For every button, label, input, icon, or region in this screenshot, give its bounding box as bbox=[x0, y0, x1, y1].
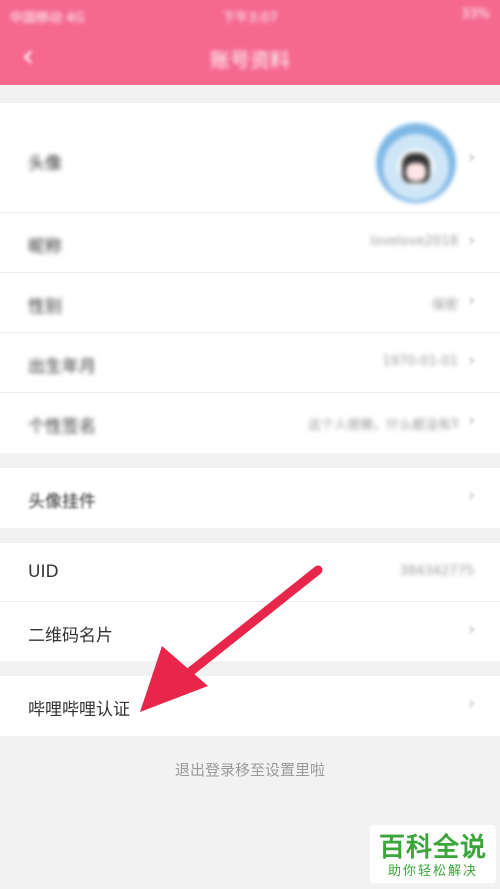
pendant-row[interactable]: 头像挂件 › bbox=[0, 468, 500, 528]
nickname-row[interactable]: 昵称 lovelove2018 › bbox=[0, 213, 500, 273]
chevron-right-icon: › bbox=[468, 410, 476, 431]
watermark-title: 百科全说 bbox=[378, 833, 487, 863]
profile-card: 头像 › 昵称 lovelove2018 › 性别 保密 › 出生年月 1970… bbox=[0, 103, 500, 453]
status-bar: 中国移动 4G 下午3:07 33% bbox=[0, 0, 500, 30]
status-battery: 33% bbox=[461, 7, 490, 22]
signature-label: 个性签名 bbox=[28, 417, 96, 437]
qrcode-label: 二维码名片 bbox=[28, 626, 113, 646]
signature-row[interactable]: 个性签名 这个人很懒，什么都没有写 › bbox=[0, 393, 500, 453]
nav-bar: ‹ 账号资料 bbox=[0, 30, 500, 85]
qrcode-row[interactable]: 二维码名片 › bbox=[0, 602, 500, 661]
cert-row[interactable]: 哔哩哔哩认证 › bbox=[0, 676, 500, 736]
pendant-label: 头像挂件 bbox=[28, 492, 96, 512]
chevron-right-icon: › bbox=[468, 230, 476, 251]
signature-value: 这个人很懒，什么都没有写 bbox=[308, 418, 458, 433]
chevron-right-icon: › bbox=[468, 147, 476, 168]
birthday-label: 出生年月 bbox=[28, 357, 96, 377]
account-card: UID 384342775 二维码名片 › bbox=[0, 543, 500, 661]
cert-label: 哔哩哔哩认证 bbox=[28, 700, 130, 720]
birthday-value: 1970-01-01 bbox=[382, 354, 458, 369]
uid-value: 384342775 bbox=[399, 564, 474, 579]
avatar bbox=[376, 123, 456, 203]
birthday-row[interactable]: 出生年月 1970-01-01 › bbox=[0, 333, 500, 393]
nickname-label: 昵称 bbox=[28, 237, 62, 257]
chevron-right-icon: › bbox=[468, 619, 476, 640]
avatar-label: 头像 bbox=[28, 154, 62, 174]
nickname-value: lovelove2018 bbox=[370, 234, 458, 249]
gender-row[interactable]: 性别 保密 › bbox=[0, 273, 500, 333]
logout-hint: 退出登录移至设置里啦 bbox=[174, 761, 325, 779]
watermark-subtitle: 助你轻松解决 bbox=[387, 864, 478, 879]
pendant-card: 头像挂件 › bbox=[0, 468, 500, 528]
page-title: 账号资料 bbox=[210, 48, 290, 72]
status-time: 下午3:07 bbox=[222, 11, 278, 26]
watermark: 百科全说 助你轻松解决 bbox=[370, 825, 496, 883]
gender-label: 性别 bbox=[28, 297, 62, 317]
gender-value: 保密 bbox=[431, 298, 458, 313]
avatar-row[interactable]: 头像 › bbox=[0, 103, 500, 213]
chevron-right-icon: › bbox=[468, 693, 476, 714]
uid-row: UID 384342775 bbox=[0, 543, 500, 602]
uid-label: UID bbox=[28, 562, 59, 582]
chevron-right-icon: › bbox=[468, 485, 476, 506]
chevron-right-icon: › bbox=[468, 290, 476, 311]
cert-card: 哔哩哔哩认证 › bbox=[0, 676, 500, 736]
chevron-right-icon: › bbox=[468, 350, 476, 371]
